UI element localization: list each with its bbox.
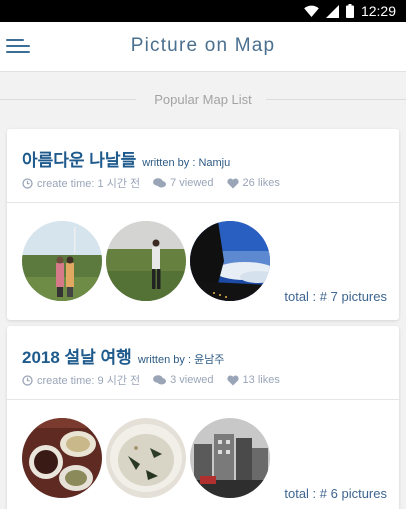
card-header: 2018 설날 여행 written by : 윤남주 create time:…	[7, 326, 399, 400]
card-title-row: 아름다운 나날들 written by : Namju	[22, 146, 230, 171]
heart-icon	[226, 178, 239, 188]
comments-icon	[153, 178, 167, 188]
card-title-row: 2018 설날 여행 written by : 윤남주	[22, 343, 224, 368]
mountain-cloud-photo[interactable]	[190, 221, 270, 301]
status-bar: 12:29	[0, 0, 406, 22]
view-count-text: 7 viewed	[170, 177, 214, 189]
clock-icon	[22, 374, 33, 386]
section-header: Popular Map List	[0, 88, 406, 110]
comments-icon	[153, 375, 167, 385]
like-count-text: 26 likes	[242, 177, 280, 189]
signal-icon	[325, 4, 339, 18]
create-time: create time: 9 시간 전	[22, 372, 140, 388]
view-count: 7 viewed	[153, 177, 214, 189]
like-count: 26 likes	[226, 177, 280, 189]
korean-dishes-photo[interactable]	[22, 418, 102, 498]
create-time-text: create time: 1 시간 전	[37, 178, 141, 190]
clock-icon	[22, 177, 33, 189]
map-title[interactable]: 2018 설날 여행	[22, 343, 132, 368]
rice-porridge-photo[interactable]	[106, 418, 186, 498]
app-bar: Picture on Map	[0, 22, 406, 72]
photo-row	[22, 418, 270, 498]
wifi-icon	[304, 5, 319, 17]
divider	[266, 99, 406, 100]
total-pictures: total : # 7 pictures	[284, 289, 387, 304]
photo-row	[22, 221, 270, 301]
create-time: create time: 1 시간 전	[22, 175, 140, 191]
like-count: 13 likes	[226, 374, 280, 386]
create-time-text: create time: 9 시간 전	[37, 375, 141, 387]
card-meta: create time: 1 시간 전 7 viewed 26 likes	[22, 175, 293, 191]
status-icons: 12:29	[304, 3, 396, 19]
man-in-field-photo[interactable]	[106, 221, 186, 301]
map-author: written by : Namju	[142, 157, 231, 169]
map-title[interactable]: 아름다운 나날들	[22, 146, 136, 171]
view-count: 3 viewed	[153, 374, 214, 386]
status-time: 12:29	[360, 3, 396, 19]
map-card[interactable]: 아름다운 나날들 written by : Namju create time:…	[7, 129, 399, 320]
heart-icon	[226, 375, 239, 385]
view-count-text: 3 viewed	[170, 374, 214, 386]
battery-icon	[345, 4, 354, 18]
couple-on-grass-photo[interactable]	[22, 221, 102, 301]
map-author: written by : 윤남주	[137, 354, 225, 366]
card-meta: create time: 9 시간 전 3 viewed 13 likes	[22, 372, 293, 388]
app-title: Picture on Map	[130, 35, 276, 56]
like-count-text: 13 likes	[242, 374, 280, 386]
total-pictures: total : # 6 pictures	[284, 486, 387, 501]
city-buildings-photo[interactable]	[190, 418, 270, 498]
map-card[interactable]: 2018 설날 여행 written by : 윤남주 create time:…	[7, 326, 399, 509]
card-header: 아름다운 나날들 written by : Namju create time:…	[7, 129, 399, 203]
